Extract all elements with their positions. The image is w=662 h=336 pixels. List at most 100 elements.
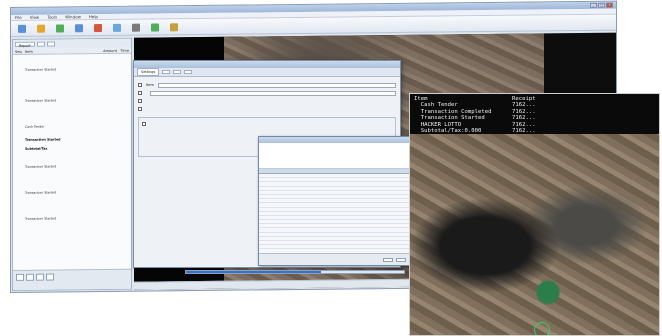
- grid-col-1[interactable]: [259, 169, 289, 173]
- foreground-camera-view[interactable]: Item Receipt Cash Tender 7162... Transacti…: [409, 93, 660, 336]
- option-2-checkbox[interactable]: [138, 99, 142, 103]
- menu-help[interactable]: Help: [89, 14, 98, 19]
- toolbar-button-7[interactable]: [147, 22, 163, 32]
- table-cell: [279, 233, 312, 236]
- table-cell: [311, 224, 344, 227]
- table-cell: [344, 208, 377, 211]
- dialog-title: [134, 61, 400, 68]
- table-cell: [344, 174, 377, 177]
- col-seq[interactable]: Seq: [15, 49, 25, 53]
- toolbar-button-4[interactable]: [90, 23, 106, 32]
- toolbar-button-1[interactable]: [33, 24, 49, 33]
- transaction-list-panel: Report Seq Item Amount Time Transaction …: [12, 37, 132, 291]
- table-cell: [376, 182, 409, 185]
- toolbar-button-0[interactable]: [14, 24, 30, 33]
- option-1-field[interactable]: [150, 90, 396, 96]
- minimize-button[interactable]: _: [590, 2, 597, 8]
- table-cell: [279, 187, 312, 190]
- dialog-tab-2[interactable]: [162, 70, 171, 74]
- col-amount[interactable]: Amount: [103, 48, 117, 52]
- table-cell: [279, 237, 312, 240]
- table-cell: [376, 174, 409, 177]
- first-button[interactable]: [16, 273, 24, 281]
- item-row: Item: [138, 81, 396, 89]
- table-cell: [344, 233, 377, 236]
- maximize-button[interactable]: □: [598, 2, 605, 8]
- toolbar-button-3[interactable]: [71, 23, 87, 32]
- table-cell: [259, 182, 279, 185]
- table-cell: [311, 187, 344, 190]
- last-button[interactable]: [46, 273, 54, 281]
- tab-settings[interactable]: Settings: [137, 68, 160, 76]
- toolbar-button-6[interactable]: [128, 23, 144, 32]
- filter-checkbox[interactable]: [142, 122, 146, 126]
- dialog-tab-3[interactable]: [173, 70, 182, 74]
- table-cell: [376, 178, 409, 181]
- dialog-tab-4[interactable]: [184, 70, 193, 74]
- table-cell: [279, 174, 312, 177]
- table-cell: [259, 216, 279, 219]
- table-cell: [344, 245, 377, 248]
- toolbar-icon-7: [151, 22, 159, 32]
- grid-col-4[interactable]: [349, 169, 379, 173]
- toolbar-icon-3: [75, 23, 83, 32]
- item-field[interactable]: [157, 82, 396, 88]
- col-time[interactable]: Time: [117, 48, 129, 52]
- table-row[interactable]: [259, 245, 409, 250]
- close-button[interactable]: ×: [606, 2, 613, 8]
- toolbar-button-2[interactable]: [52, 23, 68, 33]
- transactions-footer: [259, 253, 409, 265]
- grid-col-2[interactable]: [289, 169, 319, 173]
- table-cell: [259, 191, 279, 194]
- tab-report[interactable]: Report: [15, 41, 35, 48]
- table-cell: [279, 178, 312, 181]
- grid-col-3[interactable]: [319, 169, 349, 173]
- panel-controls: [13, 268, 131, 290]
- table-cell: [311, 245, 344, 248]
- menu-view[interactable]: View: [30, 15, 40, 20]
- list-cell-c2: [103, 247, 117, 252]
- tab-3[interactable]: [46, 41, 55, 47]
- menu-tools[interactable]: Tools: [47, 15, 57, 20]
- table-cell: [376, 241, 409, 244]
- tab-2[interactable]: [36, 41, 45, 47]
- table-cell: [376, 224, 409, 227]
- progress-bar: [185, 270, 405, 274]
- menu-file[interactable]: File: [15, 15, 22, 20]
- next-button[interactable]: [36, 273, 44, 281]
- menu-window[interactable]: Window: [65, 14, 81, 19]
- option-3-checkbox[interactable]: [138, 107, 142, 111]
- grid-rows: [259, 174, 409, 250]
- table-cell: [344, 228, 377, 231]
- toolbar-icon-6: [132, 23, 140, 32]
- table-cell: [344, 182, 377, 185]
- list-item[interactable]: [15, 247, 129, 253]
- table-cell: [344, 220, 377, 223]
- table-cell: [311, 237, 344, 240]
- table-cell: [376, 212, 409, 215]
- table-cell: [376, 195, 409, 198]
- prev-button[interactable]: [26, 273, 34, 281]
- table-cell: [311, 241, 344, 244]
- item-checkbox[interactable]: [138, 83, 142, 87]
- toolbar-button-8[interactable]: [166, 22, 182, 31]
- dialog-tabs: Settings: [134, 68, 400, 77]
- option-1-checkbox[interactable]: [138, 91, 142, 95]
- toolbar-icon-8: [170, 22, 178, 31]
- table-cell: [279, 212, 312, 215]
- table-cell: [259, 187, 279, 190]
- col-item[interactable]: Item: [25, 49, 103, 53]
- export-button[interactable]: [383, 257, 393, 262]
- grid-col-5[interactable]: [379, 169, 409, 173]
- table-cell: [259, 174, 279, 177]
- table-cell: [311, 233, 344, 236]
- table-cell: [311, 216, 344, 219]
- option-row-2: [138, 97, 396, 105]
- close-window-button[interactable]: [396, 257, 406, 262]
- toolbar-button-5[interactable]: [109, 23, 125, 32]
- table-cell: [279, 203, 312, 206]
- table-cell: [311, 228, 344, 231]
- option-row-3: [138, 105, 396, 113]
- table-cell: [279, 208, 312, 211]
- list-cell-c0: [15, 248, 25, 252]
